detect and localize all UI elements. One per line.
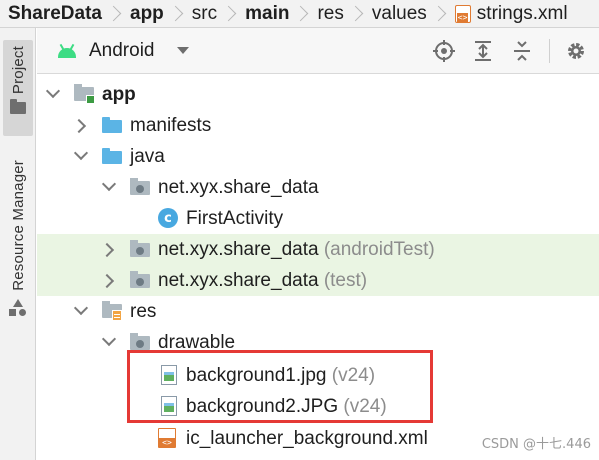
breadcrumb-separator-icon (350, 0, 364, 27)
breadcrumb-separator-icon (433, 0, 447, 27)
tree-node-label: net.xyx.share_data (androidTest) (158, 238, 435, 260)
tree-node-suffix: (v24) (331, 364, 376, 386)
tree-node-package-androidtest[interactable]: net.xyx.share_data (androidTest) (37, 234, 599, 265)
breadcrumb-separator-icon (223, 0, 237, 27)
view-selector-dropdown[interactable]: Android (57, 40, 189, 62)
image-file-icon (161, 365, 177, 385)
tree-node-label: FirstActivity (186, 207, 284, 229)
tree-node-label: app (102, 83, 136, 105)
image-file-icon (161, 396, 177, 416)
tree-node-label: res (130, 300, 157, 322)
tree-node-suffix: (v24) (343, 395, 387, 417)
chevron-right-icon[interactable] (74, 119, 88, 133)
xml-file-icon: <> (158, 428, 176, 448)
breadcrumb-label: values (371, 2, 427, 24)
tree-node-label: net.xyx.share_data (test) (158, 269, 368, 291)
collapse-all-icon[interactable] (509, 38, 535, 64)
module-folder-icon (74, 84, 95, 104)
breadcrumb-item-values[interactable]: values (364, 0, 447, 27)
breadcrumb-item-sharedata[interactable]: ShareData (0, 0, 122, 27)
toolbar-divider (549, 39, 550, 63)
breadcrumb-separator-icon (295, 0, 309, 27)
tree-node-label: ic_launcher_background.xml (186, 427, 428, 449)
class-icon: c (158, 208, 178, 228)
chevron-down-icon[interactable] (102, 179, 116, 193)
tree-node-firstactivity[interactable]: c FirstActivity (37, 203, 599, 234)
tree-node-suffix: (test) (323, 269, 368, 291)
project-tree: app manifests java net.xyx.share_data c … (37, 75, 599, 460)
chevron-right-icon[interactable] (102, 274, 116, 288)
breadcrumb-label: ShareData (8, 2, 102, 24)
chevron-down-icon (176, 47, 189, 54)
settings-gear-icon[interactable] (563, 38, 589, 64)
tree-node-drawable[interactable]: drawable (37, 327, 599, 358)
tree-node-background1[interactable]: background1.jpg (v24) (37, 360, 599, 391)
breadcrumb-item-res[interactable]: res (309, 0, 364, 27)
tool-tab-label: Resource Manager (9, 160, 27, 291)
xml-file-icon (454, 4, 471, 23)
breadcrumb-label: main (245, 2, 290, 24)
breadcrumb-label: app (130, 2, 164, 24)
expand-all-icon[interactable] (470, 38, 496, 64)
breadcrumb: ShareData app src main res values string… (0, 0, 599, 28)
folder-icon (10, 99, 26, 115)
project-panel-header: Android (37, 28, 599, 74)
locate-icon[interactable] (431, 38, 457, 64)
breadcrumb-item-app[interactable]: app (122, 0, 184, 27)
tree-node-label: drawable (158, 331, 236, 353)
package-icon (130, 333, 150, 353)
breadcrumb-separator-icon (170, 0, 184, 27)
breadcrumb-label: strings.xml (476, 2, 568, 24)
android-icon (57, 43, 77, 58)
breadcrumb-item-main[interactable]: main (237, 0, 309, 27)
breadcrumb-separator-icon (108, 0, 122, 27)
watermark: CSDN @十七.446 (481, 437, 591, 452)
chevron-down-icon[interactable] (102, 334, 116, 348)
package-icon (130, 178, 150, 198)
tree-node-manifests[interactable]: manifests (37, 110, 599, 141)
folder-blue-icon (102, 148, 122, 164)
chevron-right-icon[interactable] (102, 243, 116, 257)
shapes-icon (9, 298, 27, 317)
package-icon (130, 271, 150, 291)
tree-node-background2[interactable]: background2.JPG (v24) (37, 391, 599, 422)
tree-node-label: background1.jpg (v24) (186, 364, 376, 386)
view-selector-label: Android (89, 39, 155, 61)
tree-node-package-test[interactable]: net.xyx.share_data (test) (37, 265, 599, 296)
tool-tab-project[interactable]: Project (3, 40, 33, 136)
tree-node-res[interactable]: res (37, 296, 599, 327)
chevron-down-icon[interactable] (74, 148, 88, 162)
folder-blue-icon (102, 117, 122, 133)
chevron-down-icon[interactable] (74, 303, 88, 317)
tool-tab-resource-manager[interactable]: Resource Manager (3, 160, 33, 340)
resource-folder-icon (102, 301, 122, 321)
tree-node-suffix: (androidTest) (323, 238, 435, 260)
package-icon (130, 240, 150, 260)
tool-tab-label: Project (9, 46, 27, 95)
tree-node-java[interactable]: java (37, 141, 599, 172)
tree-node-app[interactable]: app (37, 79, 599, 110)
tree-node-label: manifests (130, 114, 212, 136)
breadcrumb-item-strings-xml[interactable]: strings.xml (447, 3, 568, 25)
tree-node-label: java (130, 145, 165, 167)
breadcrumb-label: src (191, 2, 218, 24)
tree-node-label: background2.JPG (v24) (186, 395, 387, 417)
breadcrumb-item-src[interactable]: src (184, 0, 237, 27)
panel-toolbar (418, 28, 599, 74)
tree-node-label: net.xyx.share_data (158, 176, 319, 198)
tree-node-package[interactable]: net.xyx.share_data (37, 172, 599, 203)
left-tool-strip: Project Resource Manager (0, 28, 36, 460)
breadcrumb-label: res (317, 2, 344, 24)
chevron-down-icon[interactable] (46, 86, 60, 100)
